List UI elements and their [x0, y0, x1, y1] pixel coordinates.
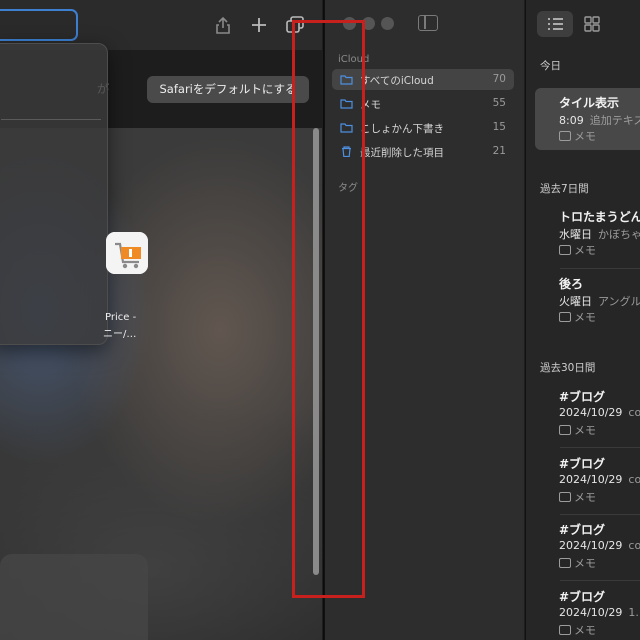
- note-date: 2024/10/29: [559, 473, 623, 486]
- note-folder: メモ: [559, 422, 596, 438]
- list-view-button[interactable]: [537, 11, 573, 37]
- start-page-card[interactable]: [0, 554, 148, 640]
- gallery-view-icon: [584, 16, 600, 32]
- note-preview: 1.: [628, 606, 639, 619]
- popover-divider: [1, 119, 101, 120]
- note-meta: 2024/10/29 co: [559, 473, 640, 486]
- note-meta: 火曜日 アングル: [559, 293, 640, 309]
- safari-window: が Safariをデフォルトにする Price - ニー/…: [0, 0, 322, 640]
- note-title: タイル表示: [559, 96, 620, 110]
- folder-icon: [559, 312, 571, 322]
- note-meta: 8:09 追加テキス: [559, 112, 640, 128]
- note-item[interactable]: トロたまうどん 水曜日 かぼちゃ メモ: [535, 202, 640, 264]
- zoom-window-button[interactable]: [381, 17, 394, 30]
- highlight-annotation-box: [292, 20, 365, 598]
- note-folder-label: メモ: [574, 491, 596, 504]
- note-folder: メモ: [559, 555, 596, 571]
- note-folder: メモ: [559, 622, 596, 638]
- favorite-label-line2: ニー/…: [103, 329, 137, 340]
- favorite-tile[interactable]: [106, 232, 148, 302]
- shopping-cart-icon: [106, 232, 148, 274]
- note-folder-label: メモ: [574, 424, 596, 437]
- note-folder-label: メモ: [574, 311, 596, 324]
- note-date: 水曜日: [559, 228, 592, 241]
- note-folder-label: メモ: [574, 624, 596, 637]
- note-title: トロたまうどん: [559, 210, 640, 224]
- folder-count: 55: [492, 97, 506, 109]
- note-folder: メモ: [559, 489, 596, 505]
- note-item[interactable]: #ブログ 2024/10/29 co メモ: [535, 382, 640, 444]
- folder-icon: [559, 558, 571, 568]
- folder-icon: [559, 492, 571, 502]
- note-date: 火曜日: [559, 295, 592, 308]
- folder-icon: [559, 425, 571, 435]
- folder-icon: [559, 131, 571, 141]
- note-title: 後ろ: [559, 277, 584, 291]
- note-preview: co: [628, 406, 640, 419]
- note-date: 8:09: [559, 114, 584, 127]
- note-separator: [560, 447, 640, 448]
- note-folder: メモ: [559, 309, 596, 325]
- folder-count: 15: [492, 121, 506, 133]
- note-meta: 水曜日 かぼちゃ: [559, 226, 640, 242]
- note-item[interactable]: #ブログ 2024/10/29 co メモ: [535, 449, 640, 511]
- note-item[interactable]: 後ろ 火曜日 アングル メモ: [535, 269, 640, 331]
- note-title: #ブログ: [559, 390, 606, 404]
- share-icon[interactable]: [212, 14, 234, 36]
- note-meta: 2024/10/29 co: [559, 406, 640, 419]
- note-preview: かぼちゃ: [598, 228, 640, 241]
- folder-icon: [559, 625, 571, 635]
- note-meta: 2024/10/29 co: [559, 539, 640, 552]
- note-folder: メモ: [559, 128, 596, 144]
- note-meta: 2024/10/29 1.: [559, 606, 639, 619]
- list-view-icon: [548, 18, 563, 30]
- note-item[interactable]: #ブログ 2024/10/29 co メモ: [535, 515, 640, 577]
- note-folder-label: メモ: [574, 130, 596, 143]
- note-date: 2024/10/29: [559, 406, 623, 419]
- note-separator: [560, 580, 640, 581]
- note-item[interactable]: #ブログ 2024/10/29 1. メモ: [535, 582, 640, 640]
- note-title: #ブログ: [559, 590, 606, 604]
- group-header-past-30-days: 過去30日間: [540, 362, 596, 374]
- note-preview: アングル: [598, 295, 640, 308]
- note-title: #ブログ: [559, 457, 606, 471]
- note-preview: co: [628, 473, 640, 486]
- folder-label: すべてのiCloud: [360, 75, 434, 87]
- note-date: 2024/10/29: [559, 539, 623, 552]
- note-title: #ブログ: [559, 523, 606, 537]
- group-header-past-7-days: 過去7日間: [540, 183, 589, 195]
- folder-label: 最近削除した項目: [360, 147, 444, 159]
- note-preview: co: [628, 539, 640, 552]
- address-bar[interactable]: [0, 9, 78, 41]
- set-default-button[interactable]: Safariをデフォルトにする: [147, 76, 309, 103]
- note-folder-label: メモ: [574, 244, 596, 257]
- folder-count: 70: [492, 73, 506, 85]
- gallery-view-button[interactable]: [574, 11, 610, 37]
- note-item[interactable]: タイル表示 8:09 追加テキス メモ: [535, 88, 640, 150]
- group-header-today: 今日: [540, 60, 561, 72]
- note-date: 2024/10/29: [559, 606, 623, 619]
- new-tab-icon[interactable]: [248, 14, 270, 36]
- folder-label: こしょかん下書き: [360, 123, 444, 135]
- favorite-label: Price -: [105, 312, 137, 323]
- note-folder: メモ: [559, 242, 596, 258]
- note-folder-label: メモ: [574, 557, 596, 570]
- folder-icon: [559, 245, 571, 255]
- address-suggestions-popover: [0, 43, 108, 345]
- folder-count: 21: [492, 145, 506, 157]
- note-preview: 追加テキス: [589, 114, 640, 127]
- sidebar-toggle-icon[interactable]: [418, 15, 438, 31]
